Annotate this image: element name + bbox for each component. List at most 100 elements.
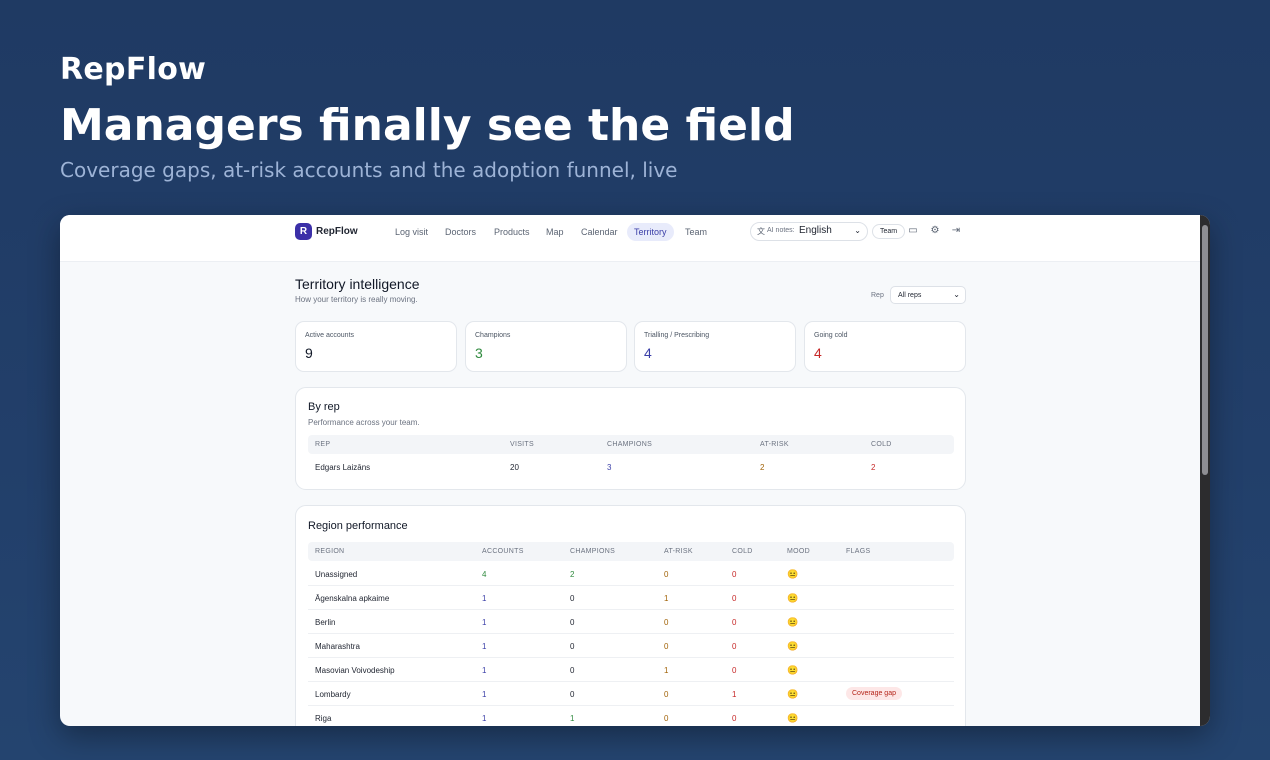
region-name: Riga xyxy=(315,714,332,723)
page-title: Territory intelligence xyxy=(295,276,420,292)
column-header[interactable]: MOOD xyxy=(787,548,810,555)
region-champions: 1 xyxy=(570,714,575,723)
kpi-label: Champions xyxy=(475,332,511,339)
region-champions: 0 xyxy=(570,594,575,603)
region-cold: 0 xyxy=(732,570,737,579)
chevron-down-icon: ⌄ xyxy=(953,290,960,299)
region-at-risk: 1 xyxy=(664,594,669,603)
by-rep-subtitle: Performance across your team. xyxy=(308,418,420,427)
region-name: Maharashtra xyxy=(315,642,360,651)
ai-notes-label: AI notes: xyxy=(767,227,795,234)
table-row[interactable]: Unassigned 4 2 0 0 😐 xyxy=(308,562,954,586)
column-header[interactable]: FLAGS xyxy=(846,548,870,555)
logo-text[interactable]: RepFlow xyxy=(316,226,358,237)
region-at-risk: 0 xyxy=(664,690,669,699)
gear-icon[interactable]: ⚙ xyxy=(929,225,941,237)
region-champions: 2 xyxy=(570,570,575,579)
region-accounts: 1 xyxy=(482,714,487,723)
region-at-risk: 1 xyxy=(664,666,669,675)
kpi-value: 3 xyxy=(475,345,483,361)
logo-icon[interactable]: R xyxy=(295,223,312,240)
top-navigation: R RepFlow Log visit Doctors Products Map… xyxy=(60,215,1200,262)
column-header[interactable]: ACCOUNTS xyxy=(482,548,524,555)
region-name: Lombardy xyxy=(315,690,351,699)
region-champions: 0 xyxy=(570,666,575,675)
table-row[interactable]: Masovian Voivodeship 1 0 1 0 😐 xyxy=(308,658,954,682)
rep-at-risk: 2 xyxy=(760,463,765,472)
region-accounts: 1 xyxy=(482,618,487,627)
region-name: Unassigned xyxy=(315,570,358,579)
region-accounts: 1 xyxy=(482,594,487,603)
scrollbar[interactable] xyxy=(1200,215,1210,726)
region-champions: 0 xyxy=(570,642,575,651)
region-cold: 0 xyxy=(732,618,737,627)
column-header[interactable]: COLD xyxy=(732,548,753,555)
region-accounts: 4 xyxy=(482,570,487,579)
column-header[interactable]: CHAMPIONS xyxy=(570,548,615,555)
kpi-going-cold: Going cold 4 xyxy=(804,321,966,372)
region-cold: 0 xyxy=(732,666,737,675)
rep-filter-label: Rep xyxy=(871,292,884,299)
region-at-risk: 0 xyxy=(664,642,669,651)
kpi-champions: Champions 3 xyxy=(465,321,627,372)
table-row[interactable]: Riga 1 1 0 0 😐 xyxy=(308,706,954,726)
column-header[interactable]: REP xyxy=(315,441,330,448)
region-champions: 0 xyxy=(570,618,575,627)
kpi-value: 4 xyxy=(644,345,652,361)
region-accounts: 1 xyxy=(482,642,487,651)
region-cold: 0 xyxy=(732,594,737,603)
region-cold: 1 xyxy=(732,690,737,699)
column-header[interactable]: REGION xyxy=(315,548,344,555)
column-header[interactable]: CHAMPIONS xyxy=(607,441,652,448)
nav-team[interactable]: Team xyxy=(678,223,714,241)
table-row[interactable]: Berlin 1 0 0 0 😐 xyxy=(308,610,954,634)
mood-icon: 😐 xyxy=(787,665,799,675)
nav-map[interactable]: Map xyxy=(539,223,571,241)
region-at-risk: 0 xyxy=(664,570,669,579)
ai-notes-value: English xyxy=(799,225,832,236)
hero-title: Managers finally see the field xyxy=(60,100,795,151)
mood-icon: 😐 xyxy=(787,641,799,651)
rep-champions: 3 xyxy=(607,463,612,472)
chevron-down-icon: ⌄ xyxy=(854,226,861,235)
rep-filter-select[interactable]: All reps ⌄ xyxy=(890,286,966,304)
table-row[interactable]: Edgars Laizāns 20 3 2 2 xyxy=(308,455,954,479)
nav-log-visit[interactable]: Log visit xyxy=(388,223,435,241)
card-icon[interactable]: ▭ xyxy=(907,225,919,237)
nav-products[interactable]: Products xyxy=(487,223,537,241)
table-row[interactable]: Maharashtra 1 0 0 0 😐 xyxy=(308,634,954,658)
mood-icon: 😐 xyxy=(787,569,799,579)
region-at-risk: 0 xyxy=(664,618,669,627)
region-cold: 0 xyxy=(732,714,737,723)
column-header[interactable]: VISITS xyxy=(510,441,534,448)
region-table-header: REGION ACCOUNTS CHAMPIONS AT-RISK COLD M… xyxy=(308,542,954,561)
kpi-active-accounts: Active accounts 9 xyxy=(295,321,457,372)
coverage-gap-badge: Coverage gap xyxy=(846,687,902,700)
by-rep-title: By rep xyxy=(308,401,340,413)
kpi-value: 4 xyxy=(814,345,822,361)
table-row[interactable]: Āgenskalna apkaime 1 0 1 0 😐 xyxy=(308,586,954,610)
scrollbar-thumb[interactable] xyxy=(1202,225,1208,475)
table-row[interactable]: Lombardy 1 0 0 1 😐 Coverage gap xyxy=(308,682,954,706)
column-header[interactable]: COLD xyxy=(871,441,892,448)
team-button[interactable]: Team xyxy=(872,224,906,239)
column-header[interactable]: AT-RISK xyxy=(760,441,789,448)
ai-notes-language-select[interactable]: 文 AI notes: English ⌄ xyxy=(750,222,868,241)
nav-doctors[interactable]: Doctors xyxy=(438,223,483,241)
translate-icon: 文 xyxy=(757,227,765,236)
mood-icon: 😐 xyxy=(787,593,799,603)
nav-calendar[interactable]: Calendar xyxy=(574,223,625,241)
app-window: R RepFlow Log visit Doctors Products Map… xyxy=(60,215,1210,726)
nav-territory[interactable]: Territory xyxy=(627,223,674,241)
column-header[interactable]: AT-RISK xyxy=(664,548,693,555)
hero-brand: RepFlow xyxy=(60,52,207,87)
region-at-risk: 0 xyxy=(664,714,669,723)
kpi-label: Active accounts xyxy=(305,332,355,339)
logout-icon[interactable]: ⇥ xyxy=(950,225,962,237)
kpi-label: Going cold xyxy=(814,332,848,339)
by-rep-card: By rep Performance across your team. REP… xyxy=(295,387,966,490)
rep-visits: 20 xyxy=(510,463,519,472)
region-performance-title: Region performance xyxy=(308,520,408,532)
rep-name: Edgars Laizāns xyxy=(315,463,371,472)
region-name: Masovian Voivodeship xyxy=(315,666,395,675)
